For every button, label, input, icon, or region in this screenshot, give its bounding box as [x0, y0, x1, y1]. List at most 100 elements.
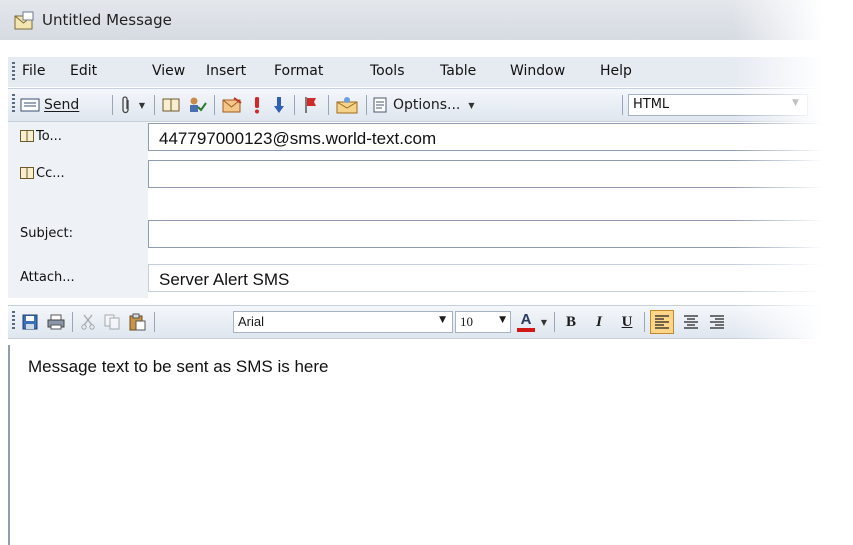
permission-button[interactable] [334, 95, 360, 115]
menu-file[interactable]: File [22, 63, 45, 79]
toolbar-separator [154, 312, 155, 332]
copy-icon [104, 314, 120, 330]
menu-tools[interactable]: Tools [370, 63, 405, 79]
paste-icon [129, 313, 146, 331]
cc-row: Cc... [8, 160, 853, 188]
high-importance-button[interactable] [248, 95, 266, 115]
new-message-icon [14, 11, 34, 30]
permission-envelope-icon [336, 97, 358, 114]
to-row: To... 447797000123@sms.world-text.com [8, 123, 853, 151]
to-field[interactable]: 447797000123@sms.world-text.com [148, 123, 848, 151]
align-right-button[interactable] [706, 312, 728, 332]
address-fields: To... 447797000123@sms.world-text.com Cc… [8, 122, 853, 298]
message-body-text: Message text to be sent as SMS is here [28, 357, 329, 376]
address-book-icon [20, 130, 34, 142]
align-left-icon [655, 315, 669, 329]
menu-table[interactable]: Table [440, 63, 476, 79]
bold-button[interactable]: B [560, 312, 582, 332]
chevron-down-icon: ▼ [138, 100, 146, 110]
align-left-button[interactable] [650, 310, 674, 334]
email-signature-button[interactable] [220, 95, 244, 115]
print-icon [47, 314, 65, 330]
address-book-icon [162, 98, 180, 112]
menu-view[interactable]: View [152, 63, 185, 79]
address-book-icon [20, 167, 34, 179]
font-name-value: Arial [238, 314, 265, 329]
menu-help[interactable]: Help [600, 63, 632, 79]
chevron-down-icon: ▼ [792, 98, 799, 108]
toolbar-separator [366, 95, 367, 115]
exclamation-icon [255, 97, 259, 114]
window-title: Untitled Message [42, 11, 172, 29]
formatting-toolbar-grip[interactable] [12, 311, 15, 331]
save-button[interactable] [20, 312, 40, 332]
bold-icon: B [565, 313, 576, 330]
toolbar-separator [294, 95, 295, 115]
subject-field[interactable] [148, 220, 848, 248]
print-button[interactable] [46, 312, 66, 332]
font-size-select[interactable]: 10 ▼ [455, 311, 511, 333]
font-color-button[interactable]: A [515, 312, 537, 332]
cc-button[interactable]: Cc... [8, 160, 138, 188]
formatting-toolbar: Arial ▼ 10 ▼ A ▼ B I U [8, 305, 853, 339]
font-color-swatch [517, 327, 535, 332]
align-right-icon [710, 315, 724, 329]
flag-icon [305, 97, 316, 113]
menubar-grip[interactable] [12, 62, 15, 82]
attach-field[interactable]: Server Alert SMS [148, 264, 848, 292]
options-button[interactable]: Options... ▼ [372, 95, 476, 115]
toolbar-grip[interactable] [12, 94, 15, 114]
attach-dropdown[interactable]: ▼ [136, 95, 148, 115]
low-importance-button[interactable] [270, 95, 288, 115]
message-format-value: HTML [633, 97, 670, 112]
font-color-dropdown[interactable]: ▼ [539, 312, 549, 332]
subject-label: Subject: [20, 226, 73, 241]
font-name-select[interactable]: Arial ▼ [233, 311, 453, 333]
send-icon [20, 98, 40, 112]
menu-bar: File Edit View Insert Format Tools Table… [8, 57, 838, 87]
attach-file-button[interactable] [118, 95, 134, 115]
chevron-down-icon: ▼ [439, 315, 446, 325]
toolbar-separator [214, 95, 215, 115]
cut-button[interactable] [78, 312, 98, 332]
underline-button[interactable]: U [616, 312, 638, 332]
chevron-down-icon: ▼ [540, 317, 548, 327]
subject-row: Subject: [8, 220, 853, 248]
menu-window[interactable]: Window [510, 63, 565, 79]
cc-label: Cc... [36, 166, 65, 181]
to-button[interactable]: To... [8, 123, 138, 151]
attach-label: Attach... [20, 270, 75, 285]
cc-field[interactable] [148, 160, 848, 188]
chevron-down-icon: ▼ [468, 100, 475, 110]
message-window: Untitled Message File Edit View Insert F… [0, 0, 853, 545]
paste-button[interactable] [126, 312, 148, 332]
toolbar-separator [622, 95, 623, 115]
toolbar-separator [554, 312, 555, 332]
font-size-value: 10 [460, 314, 473, 329]
menu-edit[interactable]: Edit [70, 63, 97, 79]
copy-button[interactable] [102, 312, 122, 332]
menu-insert[interactable]: Insert [206, 63, 246, 79]
address-book-button[interactable] [160, 95, 182, 115]
save-icon [22, 314, 38, 330]
send-button[interactable]: Send [20, 95, 108, 115]
attach-value: Server Alert SMS [159, 270, 290, 289]
attach-row: Attach... Server Alert SMS [8, 264, 853, 292]
standard-toolbar: Send ▼ Options... ▼ HTML ▼ [8, 88, 838, 122]
message-body-editor[interactable]: Message text to be sent as SMS is here [8, 345, 853, 545]
title-bar: Untitled Message [0, 0, 853, 40]
send-label: Send [44, 97, 80, 113]
toolbar-separator [72, 312, 73, 332]
italic-button[interactable]: I [588, 312, 610, 332]
to-label: To... [36, 129, 62, 144]
check-names-icon [190, 97, 207, 112]
signature-envelope-icon [222, 97, 242, 113]
message-format-select[interactable]: HTML ▼ [628, 94, 808, 116]
align-center-button[interactable] [680, 312, 702, 332]
follow-up-button[interactable] [300, 95, 322, 115]
toolbar-separator [154, 95, 155, 115]
toolbar-separator [112, 95, 113, 115]
check-names-button[interactable] [186, 95, 208, 115]
font-color-icon: A [520, 310, 532, 328]
menu-format[interactable]: Format [274, 63, 323, 79]
